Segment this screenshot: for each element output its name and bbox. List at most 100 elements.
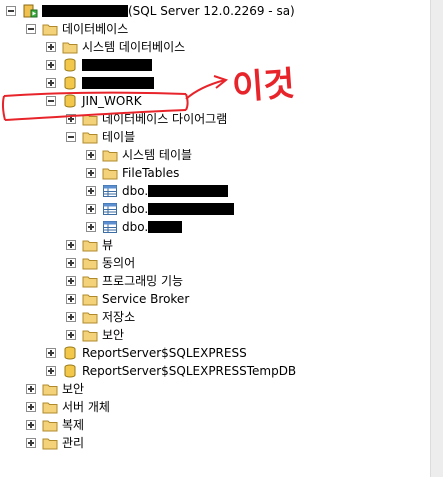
node-label: ReportServer$SQLEXPRESS <box>82 346 247 360</box>
tree-node-filetables[interactable]: FileTables <box>86 164 179 182</box>
database-icon <box>64 76 76 90</box>
expand-toggle-icon[interactable] <box>86 186 96 196</box>
node-label: 데이터베이스 다이어그램 <box>102 112 228 126</box>
tree-node-programmability[interactable]: 프로그래밍 기능 <box>66 272 183 290</box>
redacted-table-name <box>148 221 183 233</box>
folder-icon <box>42 438 58 450</box>
expand-toggle-icon[interactable] <box>26 402 36 412</box>
node-label: ReportServer$SQLEXPRESSTempDB <box>82 364 297 378</box>
expand-toggle-icon[interactable] <box>86 150 96 160</box>
tree-node-report-server-tempdb[interactable]: ReportServer$SQLEXPRESSTempDB <box>46 362 296 380</box>
expand-toggle-icon[interactable] <box>86 204 96 214</box>
folder-icon <box>82 114 98 126</box>
node-label: JIN_WORK <box>82 94 142 108</box>
tree-node-service-broker[interactable]: Service Broker <box>66 290 189 308</box>
folder-icon <box>82 276 98 288</box>
expand-toggle-icon[interactable] <box>46 366 56 376</box>
expand-toggle-icon[interactable] <box>66 294 76 304</box>
tree-node-databases[interactable]: 데이터베이스 <box>26 20 128 38</box>
collapse-toggle-icon[interactable] <box>6 6 16 16</box>
redacted-database-name <box>82 59 152 71</box>
tree-node-database-redacted[interactable] <box>46 74 154 92</box>
node-label: 저장소 <box>102 310 136 324</box>
tree-node-database-diagrams[interactable]: 데이터베이스 다이어그램 <box>66 110 227 128</box>
node-label: 동의어 <box>102 256 136 270</box>
folder-icon <box>82 294 98 306</box>
database-icon <box>64 94 76 108</box>
node-label: 테이블 <box>102 130 136 144</box>
tree-node-system-tables[interactable]: 시스템 테이블 <box>86 146 192 164</box>
node-label: Service Broker <box>102 292 190 306</box>
server-node[interactable]: (SQL Server 12.0.2269 - sa) <box>6 2 295 20</box>
expand-toggle-icon[interactable] <box>46 348 56 358</box>
tree-node-security[interactable]: 보안 <box>26 380 84 398</box>
node-label: 복제 <box>62 418 85 432</box>
node-label: 프로그래밍 기능 <box>102 274 184 288</box>
vertical-scrollbar[interactable] <box>430 0 443 477</box>
expand-toggle-icon[interactable] <box>66 114 76 124</box>
expand-toggle-icon[interactable] <box>26 438 36 448</box>
database-icon <box>64 346 76 360</box>
expand-toggle-icon[interactable] <box>46 42 56 52</box>
node-label: 관리 <box>62 436 85 450</box>
server-icon <box>23 4 38 18</box>
database-icon <box>64 58 76 72</box>
tree-node-storage[interactable]: 저장소 <box>66 308 135 326</box>
expand-toggle-icon[interactable] <box>26 384 36 394</box>
tree-node-table[interactable]: dbo. <box>86 200 235 218</box>
table-icon <box>103 185 117 197</box>
redacted-database-name <box>82 77 154 89</box>
folder-icon <box>82 258 98 270</box>
expand-toggle-icon[interactable] <box>46 78 56 88</box>
tree-node-db-security[interactable]: 보안 <box>66 326 124 344</box>
expand-toggle-icon[interactable] <box>26 420 36 430</box>
tree-node-system-databases[interactable]: 시스템 데이터베이스 <box>46 38 185 56</box>
database-icon <box>64 364 76 378</box>
tree-node-jin-work[interactable]: JIN_WORK <box>46 92 142 110</box>
collapse-toggle-icon[interactable] <box>66 132 76 142</box>
folder-icon <box>102 150 118 162</box>
expand-toggle-icon[interactable] <box>86 222 96 232</box>
node-label: 보안 <box>62 382 85 396</box>
folder-icon <box>42 24 58 36</box>
node-label: 서버 개체 <box>62 400 110 414</box>
tree-node-tables[interactable]: 테이블 <box>66 128 135 146</box>
expand-toggle-icon[interactable] <box>86 168 96 178</box>
node-label: 시스템 테이블 <box>122 148 193 162</box>
tree-node-table[interactable]: dbo. <box>86 218 183 236</box>
redacted-table-name <box>148 185 229 197</box>
node-label: 보안 <box>102 328 125 342</box>
folder-icon <box>102 168 118 180</box>
folder-icon <box>42 402 58 414</box>
folder-icon <box>82 330 98 342</box>
node-label: dbo. <box>122 202 149 216</box>
tree-node-database-redacted[interactable] <box>46 56 152 74</box>
expand-toggle-icon[interactable] <box>66 330 76 340</box>
node-label: dbo. <box>122 184 149 198</box>
tree-node-synonyms[interactable]: 동의어 <box>66 254 135 272</box>
server-label: (SQL Server 12.0.2269 - sa) <box>128 4 295 18</box>
expand-toggle-icon[interactable] <box>46 60 56 70</box>
folder-icon <box>62 42 78 54</box>
node-label: dbo. <box>122 220 149 234</box>
tree-node-management[interactable]: 관리 <box>26 434 84 452</box>
expand-toggle-icon[interactable] <box>66 240 76 250</box>
table-icon <box>103 203 117 215</box>
tree-node-table[interactable]: dbo. <box>86 182 229 200</box>
tree-node-replication[interactable]: 복제 <box>26 416 84 434</box>
expand-toggle-icon[interactable] <box>66 312 76 322</box>
expand-toggle-icon[interactable] <box>66 258 76 268</box>
folder-icon <box>42 420 58 432</box>
redacted-table-name <box>148 203 235 215</box>
node-label: 뷰 <box>102 238 114 252</box>
tree-node-report-server[interactable]: ReportServer$SQLEXPRESS <box>46 344 247 362</box>
table-icon <box>103 221 117 233</box>
tree-node-views[interactable]: 뷰 <box>66 236 113 254</box>
tree-node-server-objects[interactable]: 서버 개체 <box>26 398 110 416</box>
node-label: FileTables <box>122 166 180 180</box>
node-label: 시스템 데이터베이스 <box>82 40 186 54</box>
collapse-toggle-icon[interactable] <box>46 96 56 106</box>
node-label: 데이터베이스 <box>62 22 129 36</box>
expand-toggle-icon[interactable] <box>66 276 76 286</box>
collapse-toggle-icon[interactable] <box>26 24 36 34</box>
